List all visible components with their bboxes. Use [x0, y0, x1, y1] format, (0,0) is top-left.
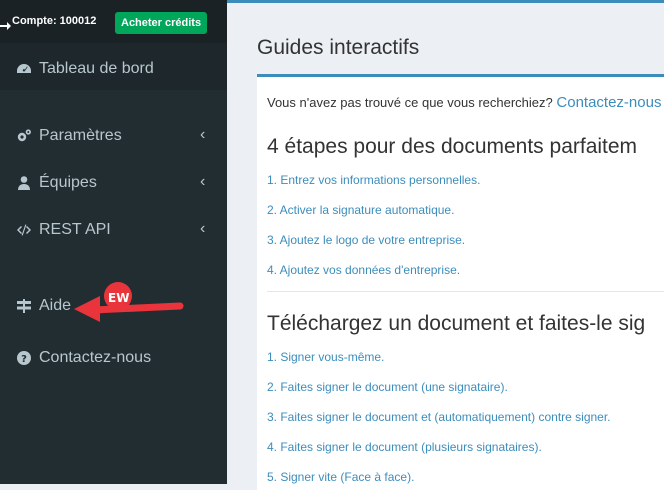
guide-link[interactable]: 1. Signer vous-même.	[267, 350, 384, 364]
main-content: Guides interactifs Vous n'avez pas trouv…	[227, 0, 664, 490]
sidebar-item-parametres[interactable]: Paramètres	[16, 124, 122, 148]
sidebar-item-rest-api[interactable]: REST API	[16, 218, 111, 242]
intro-text: Vous n'avez pas trouvé ce que vous reche…	[267, 95, 553, 110]
guide-link[interactable]: 1. Entrez vos informations personnelles.	[267, 173, 480, 187]
buy-credits-button[interactable]: Acheter crédits	[115, 12, 208, 34]
contact-link[interactable]: Contactez-nous	[556, 94, 661, 111]
svg-text:?: ?	[21, 354, 27, 365]
sidebar-item-label: Contactez-nous	[39, 349, 152, 366]
guide-link[interactable]: 2. Activer la signature automatique.	[267, 203, 454, 217]
intro-line: Vous n'avez pas trouvé ce que vous reche…	[267, 94, 661, 111]
sidebar-header: Compte: 100012 Acheter crédits	[0, 0, 227, 43]
question-circle-icon: ?	[17, 351, 31, 365]
dashboard-icon	[17, 64, 31, 73]
annotation-arrow-icon: EW	[74, 282, 184, 322]
new-badge-text: EW	[108, 291, 129, 305]
guide-link[interactable]: 4. Ajoutez vos données d'entreprise.	[267, 263, 460, 277]
signpost-icon	[17, 299, 31, 313]
chevron-left-icon: ‹	[200, 126, 206, 143]
guide-link[interactable]: 2. Faites signer le document (une signat…	[267, 380, 508, 394]
guide-link[interactable]: 5. Signer vite (Face à face).	[267, 470, 414, 484]
user-icon	[18, 176, 30, 190]
chevron-left-icon: ‹	[200, 220, 206, 237]
sidebar-item-aide[interactable]: Aide	[16, 294, 71, 318]
guide-link[interactable]: 3. Faites signer le document et (automat…	[267, 410, 611, 424]
divider	[267, 291, 664, 292]
sidebar-item-label: Équipes	[39, 174, 97, 191]
cursor-arrow-icon	[0, 22, 11, 30]
sidebar-item-label: Tableau de bord	[39, 60, 154, 77]
code-icon	[17, 224, 31, 236]
account-number: Compte: 100012	[12, 15, 97, 27]
sidebar-item-equipes[interactable]: Équipes	[16, 171, 97, 195]
section-title-steps: 4 étapes pour des documents parfaitem	[267, 135, 638, 158]
guides-box: Vous n'avez pas trouvé ce que vous reche…	[257, 74, 664, 490]
page-title: Guides interactifs	[257, 36, 420, 59]
sidebar-item-dashboard[interactable]: Tableau de bord	[16, 57, 154, 81]
gears-icon	[17, 129, 31, 142]
sidebar-item-label: REST API	[39, 221, 111, 238]
section-title-upload: Téléchargez un document et faites-le sig	[267, 312, 646, 335]
sidebar: Compte: 100012 Acheter crédits Tableau d…	[0, 0, 227, 484]
sidebar-item-label: Paramètres	[39, 127, 122, 144]
guide-link[interactable]: 3. Ajoutez le logo de votre entreprise.	[267, 233, 465, 247]
guide-link[interactable]: 4. Faites signer le document (plusieurs …	[267, 440, 542, 454]
sidebar-item-label: Aide	[39, 297, 72, 314]
sidebar-item-contact[interactable]: ? Contactez-nous	[16, 346, 151, 370]
chevron-left-icon: ‹	[200, 173, 206, 190]
